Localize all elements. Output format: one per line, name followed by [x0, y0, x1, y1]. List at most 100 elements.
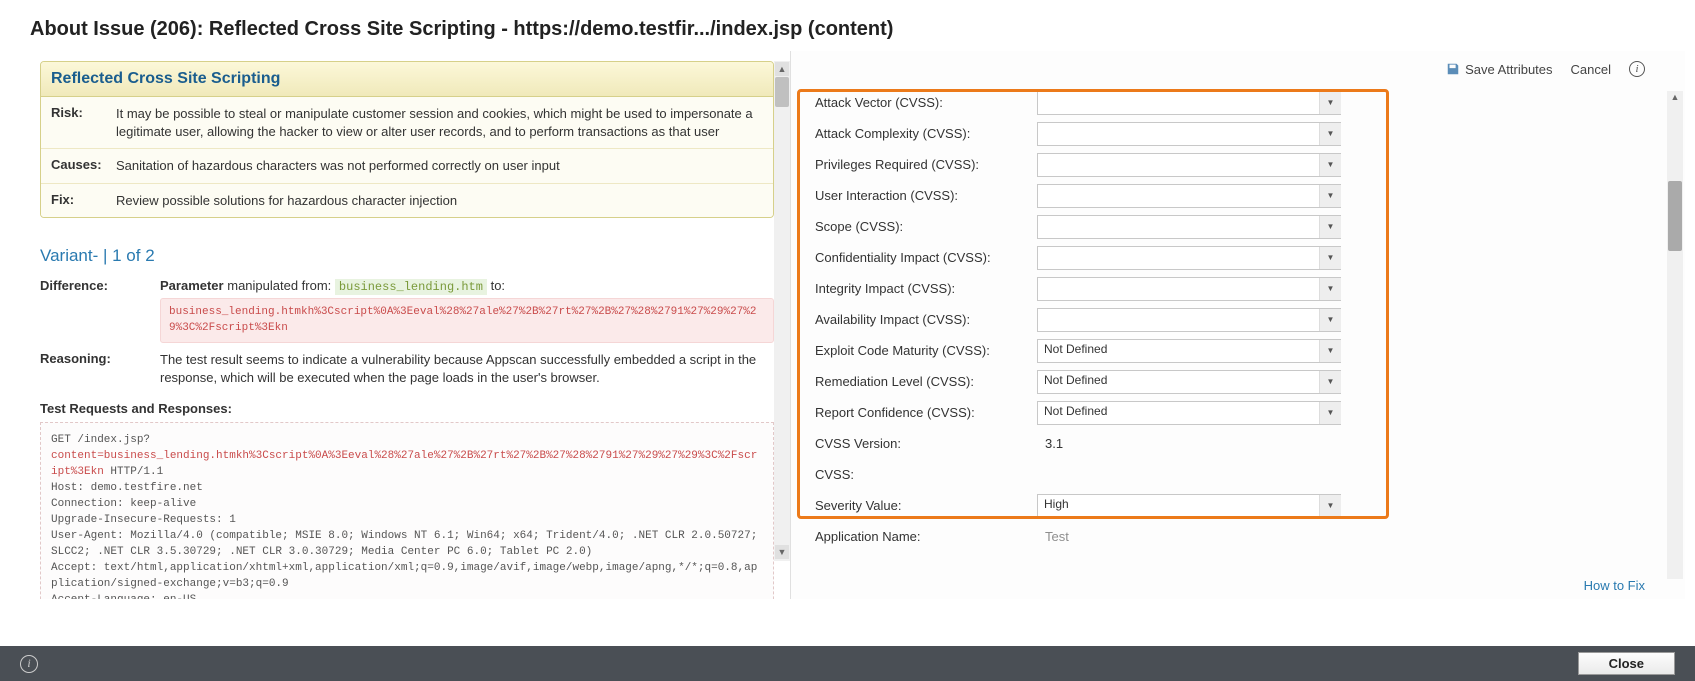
attribute-select-wrap[interactable]: Not Defined▼ — [1037, 370, 1347, 394]
attribute-label: Privileges Required (CVSS): — [807, 157, 1037, 172]
attribute-select-wrap[interactable]: ▼ — [1037, 122, 1347, 146]
attribute-row: Attack Complexity (CVSS):▼ — [807, 118, 1645, 149]
attribute-select-wrap[interactable]: ▼ — [1037, 153, 1347, 177]
footer-bar: i Close — [0, 646, 1695, 681]
attribute-label: Scope (CVSS): — [807, 219, 1037, 234]
main-container: Reflected Cross Site Scripting Risk: It … — [0, 51, 1695, 599]
chevron-down-icon[interactable]: ▼ — [1319, 247, 1341, 269]
attribute-row: Report Confidence (CVSS):Not Defined▼ — [807, 397, 1645, 428]
page-title: About Issue (206): Reflected Cross Site … — [0, 0, 1695, 51]
attribute-row: Scope (CVSS): ▼ — [807, 211, 1645, 242]
test-requests-heading: Test Requests and Responses: — [40, 401, 774, 416]
attribute-row: Confidentiality Impact (CVSS): ▼ — [807, 242, 1645, 273]
req-http: HTTP/1.1 — [110, 466, 163, 478]
chevron-down-icon[interactable]: ▼ — [1319, 92, 1341, 114]
scroll-up-icon[interactable]: ▲ — [775, 62, 789, 76]
scroll-thumb[interactable] — [775, 77, 789, 107]
attribute-select[interactable] — [1037, 153, 1341, 177]
attribute-row: User Interaction (CVSS): ▼ — [807, 180, 1645, 211]
chevron-down-icon[interactable]: ▼ — [1319, 340, 1341, 362]
request-box: GET /index.jsp? content=business_lending… — [40, 422, 774, 599]
issue-fix-row: Fix: Review possible solutions for hazar… — [41, 184, 773, 218]
attribute-select[interactable]: Not Defined — [1037, 370, 1341, 394]
attribute-select[interactable] — [1037, 122, 1341, 146]
attribute-select[interactable] — [1037, 215, 1341, 239]
scroll-down-icon[interactable]: ▼ — [775, 545, 789, 559]
difference-payload: business_lending.htmkh%3Cscript%0A%3Eeva… — [160, 298, 774, 343]
attribute-label: CVSS Version: — [807, 436, 1037, 451]
attribute-select-wrap[interactable]: ▼ — [1037, 246, 1347, 270]
chevron-down-icon[interactable]: ▼ — [1319, 185, 1341, 207]
attribute-select-wrap[interactable]: Not Defined▼ — [1037, 401, 1347, 425]
attribute-row: CVSS: — [807, 459, 1645, 490]
attribute-select-wrap[interactable]: ▼ — [1037, 91, 1347, 115]
attributes-area: Attack Vector (CVSS):▼Attack Complexity … — [791, 87, 1685, 552]
chevron-down-icon[interactable]: ▼ — [1319, 123, 1341, 145]
attribute-row: Integrity Impact (CVSS): ▼ — [807, 273, 1645, 304]
attribute-select[interactable]: Not Defined — [1037, 401, 1341, 425]
reasoning-text: The test result seems to indicate a vuln… — [160, 351, 774, 387]
fix-label: Fix: — [51, 192, 116, 210]
footer-info-icon[interactable]: i — [20, 655, 38, 673]
difference-content: Parameter manipulated from: business_len… — [160, 278, 774, 343]
attribute-select[interactable] — [1037, 277, 1341, 301]
attribute-label: Remediation Level (CVSS): — [807, 374, 1037, 389]
chevron-down-icon[interactable]: ▼ — [1319, 309, 1341, 331]
chevron-down-icon[interactable]: ▼ — [1319, 154, 1341, 176]
left-panel: Reflected Cross Site Scripting Risk: It … — [10, 51, 790, 599]
attribute-select-wrap[interactable]: High▼ — [1037, 494, 1347, 518]
difference-prefix: Parameter — [160, 278, 224, 293]
issue-causes-row: Causes: Sanitation of hazardous characte… — [41, 149, 773, 184]
attribute-select-wrap[interactable]: ▼ — [1037, 184, 1347, 208]
chevron-down-icon[interactable]: ▼ — [1319, 371, 1341, 393]
issue-risk-row: Risk: It may be possible to steal or man… — [41, 97, 773, 149]
fix-value: Review possible solutions for hazardous … — [116, 192, 763, 210]
chevron-down-icon[interactable]: ▼ — [1319, 278, 1341, 300]
attribute-select-wrap[interactable]: Not Defined▼ — [1037, 339, 1347, 363]
info-icon[interactable]: i — [1629, 61, 1645, 77]
attribute-select-wrap[interactable]: ▼ — [1037, 308, 1347, 332]
difference-from-code: business_lending.htm — [335, 279, 487, 295]
attribute-label: CVSS: — [807, 467, 1037, 482]
risk-value: It may be possible to steal or manipulat… — [116, 105, 763, 140]
causes-label: Causes: — [51, 157, 116, 175]
left-scrollbar[interactable]: ▲ ▼ — [774, 61, 790, 561]
attribute-row: Attack Vector (CVSS):▼ — [807, 87, 1645, 118]
causes-value: Sanitation of hazardous characters was n… — [116, 157, 763, 175]
attribute-label: Availability Impact (CVSS): — [807, 312, 1037, 327]
attribute-label: User Interaction (CVSS): — [807, 188, 1037, 203]
attribute-select-wrap[interactable]: ▼ — [1037, 277, 1347, 301]
attribute-select[interactable] — [1037, 308, 1341, 332]
difference-to-label: to: — [491, 278, 505, 293]
issue-summary-box: Reflected Cross Site Scripting Risk: It … — [40, 61, 774, 218]
attribute-row: Severity Value:High▼ — [807, 490, 1645, 521]
attribute-label: Confidentiality Impact (CVSS): — [807, 250, 1037, 265]
attribute-label: Integrity Impact (CVSS): — [807, 281, 1037, 296]
attribute-value: Test — [1037, 529, 1069, 544]
scroll-up-icon[interactable]: ▲ — [1668, 92, 1682, 106]
attribute-label: Report Confidence (CVSS): — [807, 405, 1037, 420]
save-label: Save Attributes — [1465, 62, 1552, 77]
attribute-select[interactable] — [1037, 91, 1341, 115]
chevron-down-icon[interactable]: ▼ — [1319, 216, 1341, 238]
scroll-thumb[interactable] — [1668, 181, 1682, 251]
attribute-select[interactable] — [1037, 246, 1341, 270]
chevron-down-icon[interactable]: ▼ — [1319, 402, 1341, 424]
attribute-row: Exploit Code Maturity (CVSS):Not Defined… — [807, 335, 1645, 366]
cancel-button[interactable]: Cancel — [1571, 62, 1611, 77]
close-button[interactable]: Close — [1578, 652, 1675, 675]
attribute-select[interactable] — [1037, 184, 1341, 208]
save-icon — [1446, 62, 1460, 76]
reasoning-row: Reasoning: The test result seems to indi… — [40, 351, 774, 387]
save-attributes-button[interactable]: Save Attributes — [1446, 62, 1552, 77]
attribute-label: Application Name: — [807, 529, 1037, 544]
reasoning-label: Reasoning: — [40, 351, 160, 387]
attribute-select[interactable]: High — [1037, 494, 1341, 518]
chevron-down-icon[interactable]: ▼ — [1319, 495, 1341, 517]
how-to-fix-link[interactable]: How to Fix — [1584, 578, 1645, 593]
right-scrollbar[interactable]: ▲ — [1667, 91, 1683, 579]
attribute-select[interactable]: Not Defined — [1037, 339, 1341, 363]
attribute-select-wrap[interactable]: ▼ — [1037, 215, 1347, 239]
right-panel: Save Attributes Cancel i Attack Vector (… — [790, 51, 1685, 599]
right-toolbar: Save Attributes Cancel i — [791, 51, 1685, 87]
